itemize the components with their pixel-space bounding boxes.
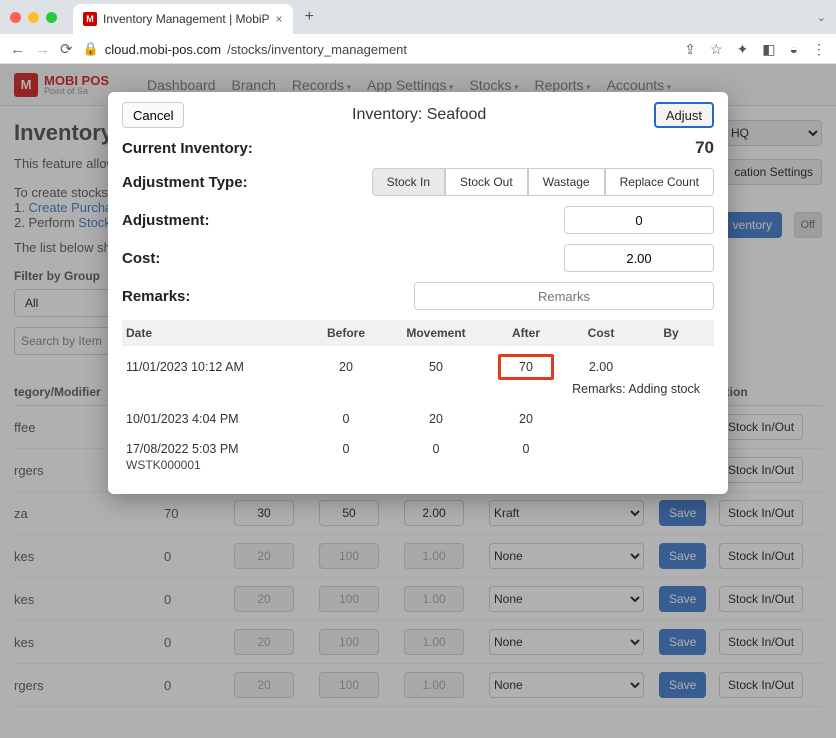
hist-movement: 50 [386, 360, 486, 374]
th-cost: Cost [566, 326, 636, 340]
hist-after: 0 [486, 442, 566, 456]
maximize-window-icon[interactable] [46, 12, 57, 23]
adjustment-type-label: Adjustment Type: [122, 174, 322, 191]
favicon-icon: M [83, 12, 97, 26]
hist-date: 10/01/2023 4:04 PM [126, 412, 306, 426]
menu-icon[interactable]: ⋮ [812, 41, 826, 58]
hist-date: 11/01/2023 10:12 AM [126, 360, 306, 374]
url-path: /stocks/inventory_management [227, 42, 407, 57]
browser-tab[interactable]: M Inventory Management | MobiP × [73, 4, 293, 34]
lock-icon: 🔒 [83, 41, 99, 57]
history-table: Date Before Movement After Cost By 11/01… [122, 320, 714, 480]
history-row: 11/01/2023 10:12 AM 20 50 70 2.00 Remark… [122, 346, 714, 404]
tabs-menu-icon[interactable]: ⌄ [817, 11, 826, 24]
hist-movement: 20 [386, 412, 486, 426]
extensions-icon[interactable]: ✦ [737, 41, 749, 58]
hist-before: 20 [306, 360, 386, 374]
forward-icon: → [35, 41, 50, 58]
cancel-button[interactable]: Cancel [122, 102, 184, 128]
profile-icon[interactable]: ◒ [790, 41, 798, 57]
adjustment-label: Adjustment: [122, 212, 322, 229]
th-after: After [486, 326, 566, 340]
hist-movement: 0 [386, 442, 486, 456]
close-window-icon[interactable] [10, 12, 21, 23]
panel-icon[interactable]: ◧ [762, 41, 775, 58]
hist-date: 17/08/2022 5:03 PM [126, 442, 306, 456]
cost-input[interactable] [564, 244, 714, 272]
seg-stock-out[interactable]: Stock Out [445, 168, 528, 196]
browser-tabbar: M Inventory Management | MobiP × + ⌄ [0, 0, 836, 34]
th-date: Date [126, 326, 306, 340]
history-row: 10/01/2023 4:04 PM 0 20 20 [122, 404, 714, 434]
hist-after: 20 [486, 412, 566, 426]
tab-title: Inventory Management | MobiP [103, 12, 270, 26]
current-inventory-value: 70 [695, 138, 714, 158]
hist-remarks: Remarks: Adding stock [126, 382, 710, 396]
seg-wastage[interactable]: Wastage [528, 168, 605, 196]
back-icon[interactable]: ← [10, 41, 25, 58]
current-inventory-label: Current Inventory: [122, 140, 322, 157]
app-root: M MOBI POSPoint of Sa Dashboard Branch R… [0, 64, 836, 738]
reload-icon[interactable]: ⟳ [60, 40, 73, 58]
browser-toolbar: ← → ⟳ 🔒 cloud.mobi-pos.com/stocks/invent… [0, 34, 836, 64]
remarks-input[interactable] [414, 282, 714, 310]
new-tab-button[interactable]: + [305, 8, 314, 26]
adjust-button[interactable]: Adjust [654, 102, 714, 128]
modal-title: Inventory: Seafood [184, 106, 653, 124]
window-controls [10, 12, 57, 23]
inventory-modal: Cancel Inventory: Seafood Adjust Current… [108, 92, 728, 494]
hist-cost: 2.00 [566, 360, 636, 374]
cost-label: Cost: [122, 250, 322, 267]
adjustment-type-segment: Stock In Stock Out Wastage Replace Count [372, 168, 714, 196]
share-icon[interactable]: ⇪ [684, 41, 696, 58]
hist-before: 0 [306, 412, 386, 426]
seg-replace-count[interactable]: Replace Count [605, 168, 714, 196]
minimize-window-icon[interactable] [28, 12, 39, 23]
th-before: Before [306, 326, 386, 340]
hist-before: 0 [306, 442, 386, 456]
bookmark-icon[interactable]: ☆ [710, 41, 723, 58]
history-row: 17/08/2022 5:03 PM 0 0 0 WSTK000001 [122, 434, 714, 480]
adjustment-input[interactable] [564, 206, 714, 234]
hist-after: 70 [486, 354, 566, 380]
hist-sub: WSTK000001 [126, 458, 710, 472]
close-tab-icon[interactable]: × [276, 12, 283, 26]
browser-chrome: M Inventory Management | MobiP × + ⌄ ← →… [0, 0, 836, 64]
history-header: Date Before Movement After Cost By [122, 320, 714, 346]
th-by: By [636, 326, 706, 340]
address-bar[interactable]: 🔒 cloud.mobi-pos.com/stocks/inventory_ma… [83, 41, 675, 57]
url-host: cloud.mobi-pos.com [105, 42, 221, 57]
seg-stock-in[interactable]: Stock In [372, 168, 445, 196]
th-movement: Movement [386, 326, 486, 340]
remarks-label: Remarks: [122, 288, 322, 305]
